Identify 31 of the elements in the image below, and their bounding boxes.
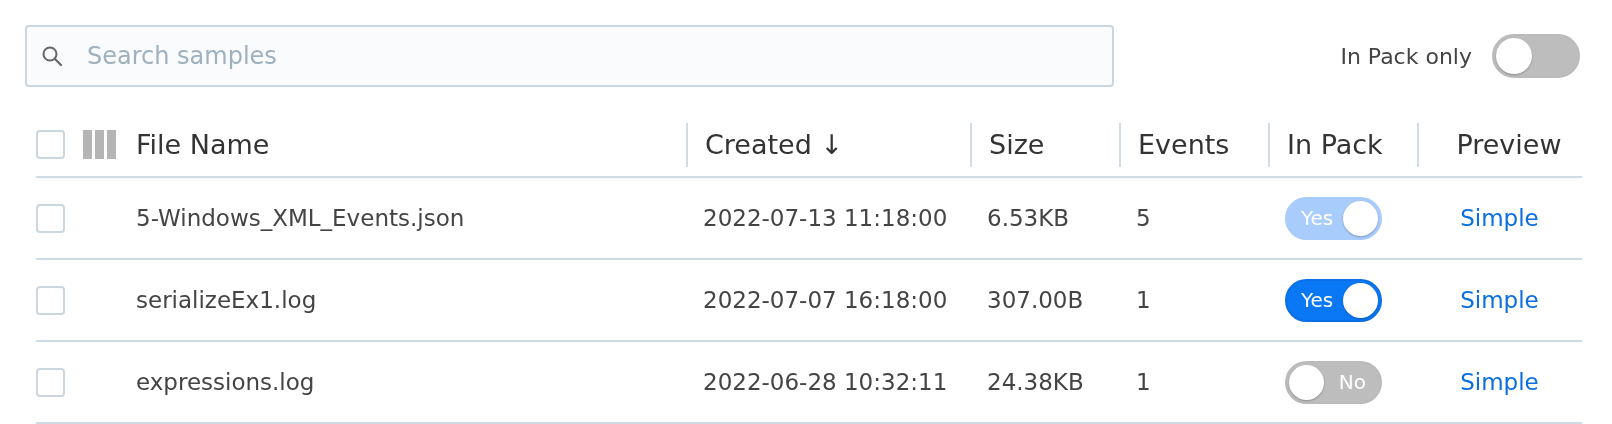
toggle-switch[interactable] (1492, 34, 1580, 78)
file-name: serializeEx1.log (136, 287, 317, 313)
preview-link[interactable]: Simple (1460, 369, 1539, 395)
column-header[interactable]: Preview (1456, 129, 1562, 160)
checkbox[interactable] (36, 130, 65, 159)
file-name: 5-Windows_XML_Events.json (136, 205, 465, 231)
table-cell-text: 6.53KB (986, 205, 1070, 231)
search-icon (41, 45, 63, 67)
table-cell-text: 307.00B (986, 287, 1084, 313)
toggle-switch[interactable]: Yes (1285, 278, 1382, 322)
checkbox[interactable] (36, 203, 65, 233)
table-cell-text: 5 (1135, 205, 1151, 231)
column-header[interactable]: In Pack (1287, 129, 1383, 160)
table-cell-text: 2022-07-13 11:18:00 (702, 205, 948, 231)
table-cell-text: 1 (1135, 369, 1151, 395)
column-header[interactable]: File Name (136, 129, 270, 160)
file-name: expressions.log (136, 369, 315, 395)
checkbox[interactable] (36, 285, 65, 315)
columns-icon[interactable] (83, 130, 116, 159)
filter-label: In Pack only (1340, 43, 1472, 69)
preview-link[interactable]: Simple (1460, 287, 1539, 313)
checkbox[interactable] (36, 367, 65, 397)
preview-link[interactable]: Simple (1460, 205, 1539, 231)
table-cell-text: 2022-07-07 16:18:00 (702, 287, 948, 313)
column-header[interactable]: Size (989, 129, 1045, 160)
search-field[interactable]: Search samples (25, 25, 1114, 87)
table-cell-text: 1 (1135, 287, 1151, 313)
table-cell-text: 2022-06-28 10:32:11 (702, 369, 948, 395)
table-cell-text: 24.38KB (986, 369, 1084, 395)
column-header[interactable]: Events (1138, 129, 1230, 160)
column-header[interactable]: Created ↓ (705, 129, 844, 160)
